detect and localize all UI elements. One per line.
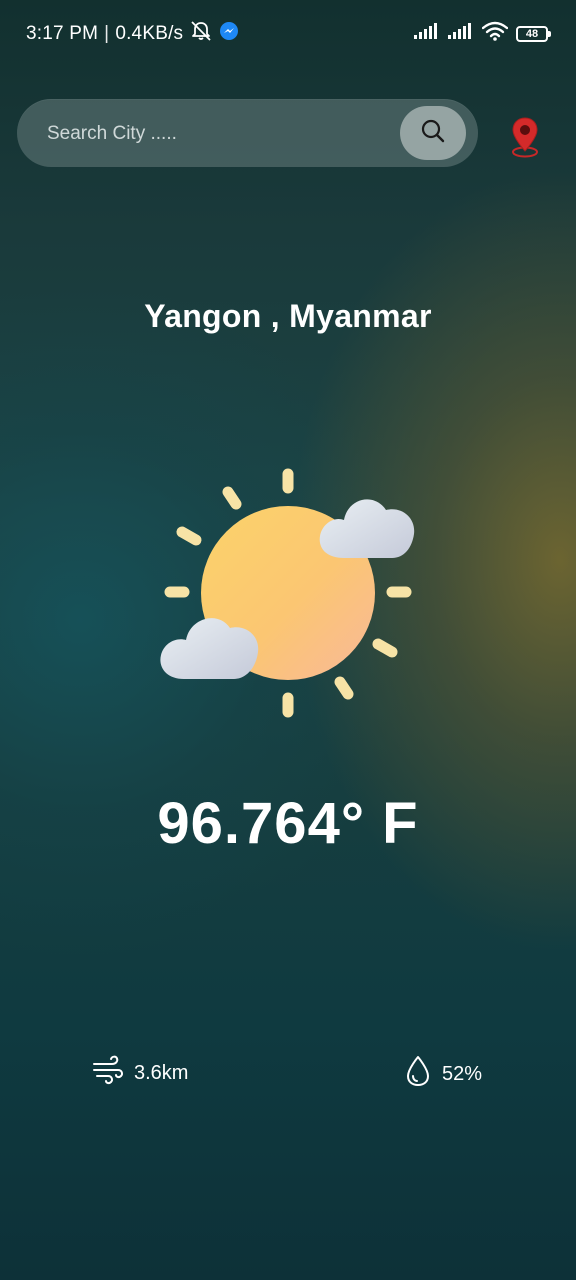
signal-icon bbox=[414, 23, 440, 44]
status-bar: 3:17 PM | 0.4KB/s 48 bbox=[0, 0, 576, 64]
status-separator: | bbox=[104, 23, 110, 44]
wind-icon bbox=[92, 1055, 124, 1091]
battery-icon: 48 bbox=[516, 25, 551, 42]
wind-stat: 3.6km bbox=[92, 1055, 188, 1091]
wind-value: 3.6km bbox=[134, 1061, 189, 1084]
status-network-speed: 0.4KB/s bbox=[115, 23, 184, 44]
location-button[interactable] bbox=[505, 115, 545, 159]
status-bar-right: 48 bbox=[414, 21, 551, 46]
humidity-value: 52% bbox=[442, 1062, 483, 1085]
status-time: 3:17 PM bbox=[26, 23, 99, 44]
wifi-icon bbox=[481, 21, 509, 46]
city-name: Yangon , Myanmar bbox=[144, 298, 432, 334]
temperature-value: 96.764° F bbox=[157, 791, 419, 856]
humidity-stat: 52% bbox=[404, 1055, 482, 1093]
status-bar-left: 3:17 PM | 0.4KB/s bbox=[26, 20, 239, 48]
search-button[interactable] bbox=[400, 106, 466, 160]
droplet-icon bbox=[404, 1055, 432, 1093]
search-input[interactable] bbox=[45, 99, 389, 169]
messenger-icon bbox=[219, 21, 239, 47]
signal-icon bbox=[448, 23, 474, 44]
search-icon bbox=[420, 118, 446, 149]
search-bar bbox=[17, 99, 478, 169]
mute-icon bbox=[189, 20, 213, 48]
sun-with-clouds-icon bbox=[148, 462, 428, 724]
location-pin-icon bbox=[505, 117, 545, 163]
